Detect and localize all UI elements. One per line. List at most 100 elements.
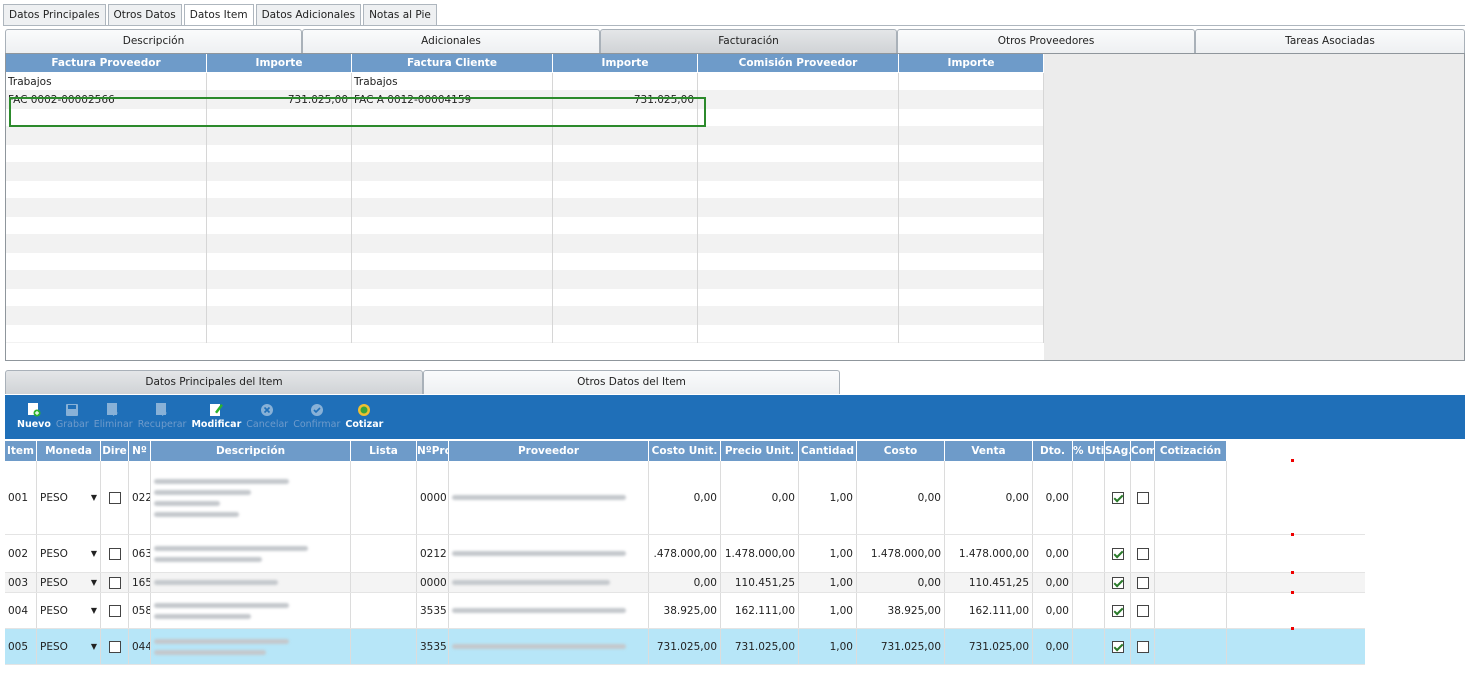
chevron-down-icon[interactable]: ▼ [91,642,97,651]
cantidad-cell[interactable]: 1,00 [799,593,857,628]
chevron-down-icon[interactable]: ▼ [91,493,97,502]
col-header[interactable]: Cantidad [799,441,857,461]
nuevo-button[interactable]: Nuevo [17,395,51,439]
description-cell[interactable] [151,535,351,572]
lista-cell[interactable] [351,629,417,664]
moneda-select[interactable]: PESO ▼ [37,535,101,572]
tab-datos-principales-item[interactable]: Datos Principales del Item [5,370,423,394]
col-factura-cliente[interactable]: Factura Cliente [352,54,553,72]
tab-otros-datos-item[interactable]: Otros Datos del Item [423,370,840,394]
precio_unit-cell[interactable]: 162.111,00 [721,593,799,628]
chevron-down-icon[interactable]: ▼ [91,606,97,615]
chevron-down-icon[interactable]: ▼ [91,578,97,587]
sag-checkbox[interactable] [1105,593,1131,628]
lista-cell[interactable] [351,573,417,592]
checkbox[interactable] [108,604,121,617]
col-header[interactable]: SAg. [1105,441,1131,461]
costo-cell[interactable]: 731.025,00 [857,629,945,664]
cancelar-button[interactable]: Cancelar [246,395,288,439]
venta-cell[interactable]: 1.478.000,00 [945,535,1033,572]
dire-checkbox[interactable] [101,573,129,592]
checkbox[interactable] [108,640,121,653]
nro-cell[interactable]: 022 [129,461,151,534]
costo_unit-cell[interactable]: .478.000,00 [649,535,721,572]
col-header[interactable]: Com [1131,441,1155,461]
recuperar-button[interactable]: Recuperar [138,395,186,439]
dire-checkbox[interactable] [101,629,129,664]
dire-checkbox[interactable] [101,535,129,572]
cot-cell[interactable] [1155,535,1227,572]
cantidad-cell[interactable]: 1,00 [799,629,857,664]
venta-cell[interactable]: 110.451,25 [945,573,1033,592]
col-header[interactable]: Descripción [151,441,351,461]
dire-checkbox[interactable] [101,461,129,534]
sag-checkbox[interactable] [1105,573,1131,592]
checkbox[interactable] [1136,576,1149,589]
checkbox[interactable] [1111,547,1124,560]
tab-notas-al-pie[interactable]: Notas al Pie [363,4,437,25]
proveedor-cell[interactable] [449,461,649,534]
col-header[interactable]: Cotización [1155,441,1227,461]
tab-otros-proveedores[interactable]: Otros Proveedores [897,29,1195,53]
item-cell[interactable]: 003 [5,573,37,592]
confirmar-button[interactable]: Confirmar [293,395,340,439]
table-row[interactable]: 001 PESO ▼ 022 0000 0,00 0,00 1,00 0,00 0,00 0,00 [5,459,1365,535]
lista-cell[interactable] [351,535,417,572]
table-row[interactable]: 002 PESO ▼ 063 0212.478.000,00 1.478.000,00 1,… [5,533,1365,573]
costo_unit-cell[interactable]: 38.925,00 [649,593,721,628]
proveedor-cell[interactable] [449,593,649,628]
com-checkbox[interactable] [1131,629,1155,664]
col-header[interactable]: Proveedor [449,441,649,461]
col-importe-cliente[interactable]: Importe [553,54,698,72]
costo-cell[interactable]: 38.925,00 [857,593,945,628]
checkbox[interactable] [108,547,121,560]
nro-cell[interactable]: 044 [129,629,151,664]
col-importe-proveedor[interactable]: Importe [207,54,352,72]
col-comision-proveedor[interactable]: Comisión Proveedor [698,54,899,72]
col-factura-proveedor[interactable]: Factura Proveedor [6,54,207,72]
col-header[interactable]: Dto. [1033,441,1073,461]
util-cell[interactable] [1073,461,1105,534]
cotizar-button[interactable]: Cotizar [345,395,383,439]
checkbox[interactable] [1136,491,1149,504]
sag-checkbox[interactable] [1105,629,1131,664]
moneda-select[interactable]: PESO ▼ [37,629,101,664]
util-cell[interactable] [1073,593,1105,628]
col-header[interactable]: Lista [351,441,417,461]
util-cell[interactable] [1073,573,1105,592]
cot-cell[interactable] [1155,573,1227,592]
util-cell[interactable] [1073,535,1105,572]
proveedor-cell[interactable] [449,573,649,592]
col-header[interactable]: NºProv [417,441,449,461]
costo-cell[interactable]: 0,00 [857,461,945,534]
tab-tareas-asociadas[interactable]: Tareas Asociadas [1195,29,1465,53]
venta-cell[interactable]: 731.025,00 [945,629,1033,664]
item-cell[interactable]: 004 [5,593,37,628]
com-checkbox[interactable] [1131,573,1155,592]
table-row[interactable]: 005 PESO ▼ 044 3535 731.025,00 731.025,00 1,00 7… [5,627,1365,665]
col-header[interactable]: Moneda [37,441,101,461]
col-header[interactable]: Venta [945,441,1033,461]
nprov-cell[interactable]: 0000 [417,461,449,534]
moneda-select[interactable]: PESO ▼ [37,573,101,592]
col-header[interactable]: Item [5,441,37,461]
grabar-button[interactable]: Grabar [56,395,89,439]
costo-cell[interactable]: 1.478.000,00 [857,535,945,572]
precio_unit-cell[interactable]: 110.451,25 [721,573,799,592]
costo_unit-cell[interactable]: 0,00 [649,461,721,534]
tab-facturacion[interactable]: Facturación [600,29,897,53]
tab-descripcion[interactable]: Descripción [5,29,302,53]
chevron-down-icon[interactable]: ▼ [91,549,97,558]
proveedor-cell[interactable] [449,535,649,572]
item-cell[interactable]: 001 [5,461,37,534]
costo_unit-cell[interactable]: 731.025,00 [649,629,721,664]
nprov-cell[interactable]: 0000 [417,573,449,592]
precio_unit-cell[interactable]: 0,00 [721,461,799,534]
table-row[interactable]: 003 PESO ▼ 165 0000 0,00 110.451,25 1,00 0,00 110… [5,571,1365,593]
modificar-button[interactable]: Modificar [191,395,241,439]
tab-datos-adicionales[interactable]: Datos Adicionales [255,4,362,25]
proveedor-cell[interactable] [449,629,649,664]
description-cell[interactable] [151,593,351,628]
checkbox[interactable] [1136,604,1149,617]
com-checkbox[interactable] [1131,461,1155,534]
